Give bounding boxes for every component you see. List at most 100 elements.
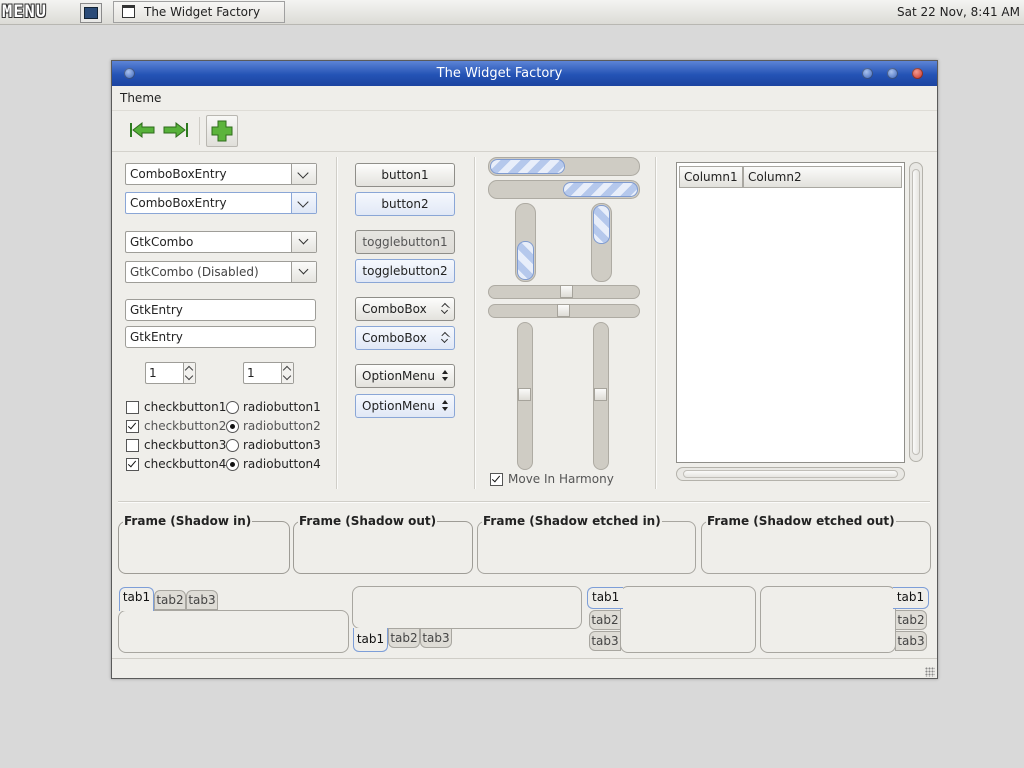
optionmenu-1[interactable]: OptionMenu [355, 364, 455, 388]
gtkentry-1[interactable]: GtkEntry [125, 299, 316, 321]
combobox-1[interactable]: ComboBox [355, 297, 455, 321]
column2-header[interactable]: Column2 [743, 166, 902, 188]
radiobutton2-label[interactable]: radiobutton2 [243, 419, 321, 433]
notebook-top-tab2[interactable]: tab2 [154, 590, 186, 610]
frame-shadow-out: Frame (Shadow out) [293, 514, 473, 574]
status-bar [112, 658, 937, 679]
radiobutton2-circle[interactable] [226, 420, 239, 433]
add-icon[interactable] [206, 115, 238, 147]
go-first-icon[interactable] [127, 115, 157, 145]
notebook-left-tab3[interactable]: tab3 [589, 631, 621, 651]
progressbar-2-fill [563, 182, 638, 197]
show-desktop-icon[interactable] [80, 3, 102, 23]
radiobutton3-circle[interactable] [226, 439, 239, 452]
optionmenu-2-label: OptionMenu [362, 399, 435, 413]
checkbutton1-box[interactable] [126, 401, 139, 414]
optionmenu-2[interactable]: OptionMenu [355, 394, 455, 418]
notebook-right-tab2[interactable]: tab2 [895, 610, 927, 630]
optionmenu-1-label: OptionMenu [362, 369, 435, 383]
chevron-down-icon [298, 264, 309, 275]
notebook-bottom-tab3[interactable]: tab3 [420, 628, 452, 648]
spinbutton-1-arrows[interactable] [183, 363, 195, 383]
title-bar[interactable]: The Widget Factory [112, 61, 937, 86]
notebook-right-tab3[interactable]: tab3 [895, 631, 927, 651]
column1-header[interactable]: Column1 [679, 166, 743, 188]
column-separator [336, 157, 338, 489]
comboboxentry-1-text[interactable]: ComboBoxEntry [130, 167, 227, 181]
menu-theme[interactable]: Theme [120, 91, 161, 105]
resize-grip-icon[interactable] [925, 667, 935, 677]
window-icon [122, 5, 135, 18]
gtkcombo-disabled-text: GtkCombo (Disabled) [130, 265, 259, 279]
radiobutton1-circle[interactable] [226, 401, 239, 414]
gtkcombo[interactable]: GtkCombo [125, 231, 317, 253]
spin-down-icon[interactable] [282, 371, 292, 381]
clock[interactable]: Sat 22 Nov, 8:41 AM [897, 5, 1020, 19]
close-button[interactable] [912, 68, 923, 79]
radiobutton1-label[interactable]: radiobutton1 [243, 400, 321, 414]
togglebutton1[interactable]: togglebutton1 [355, 230, 455, 254]
spinbutton-1[interactable]: 1 [145, 362, 196, 384]
maximize-button[interactable] [887, 68, 898, 79]
togglebutton2[interactable]: togglebutton2 [355, 259, 455, 283]
notebook-right-tab1[interactable]: tab1 [893, 587, 929, 609]
column-separator [655, 157, 657, 489]
spin-down-icon[interactable] [184, 371, 194, 381]
horizontal-separator [118, 501, 930, 503]
comboboxentry-2-dropdown-button[interactable] [291, 193, 316, 213]
comboboxentry-2[interactable]: ComboBoxEntry [125, 192, 317, 214]
checkbutton2-label[interactable]: checkbutton2 [144, 419, 226, 433]
vertical-scrollbar[interactable] [909, 162, 923, 462]
radiobutton4-label[interactable]: radiobutton4 [243, 457, 321, 471]
checkbutton4-label[interactable]: checkbutton4 [144, 457, 226, 471]
vertical-scrollbar-thumb[interactable] [912, 169, 920, 455]
checkbutton1-label[interactable]: checkbutton1 [144, 400, 226, 414]
go-last-icon[interactable] [161, 115, 191, 145]
hscale-2-thumb[interactable] [557, 304, 570, 317]
notebook-bottom-tab1[interactable]: tab1 [353, 628, 388, 652]
radiobutton3-label[interactable]: radiobutton3 [243, 438, 321, 452]
notebook-left-tab1[interactable]: tab1 [587, 587, 623, 609]
button1[interactable]: button1 [355, 163, 455, 187]
up-down-arrows-icon [441, 332, 448, 344]
checkbutton3-box[interactable] [126, 439, 139, 452]
combobox-1-label: ComboBox [362, 302, 427, 316]
combobox-2[interactable]: ComboBox [355, 326, 455, 350]
horizontal-scrollbar[interactable] [676, 467, 905, 481]
notebook-left-tab2[interactable]: tab2 [589, 610, 621, 630]
comboboxentry-1[interactable]: ComboBoxEntry [125, 163, 317, 185]
progressbar-vertical-1-fill [517, 241, 534, 280]
radiobutton4-circle[interactable] [226, 458, 239, 471]
gtkcombo-text[interactable]: GtkCombo [130, 235, 193, 249]
move-in-harmony-label[interactable]: Move In Harmony [508, 472, 614, 486]
start-menu-button[interactable]: MENU [2, 2, 76, 22]
window-title: The Widget Factory [436, 66, 563, 81]
widget-factory-window: The Widget Factory Theme ComboBoxEntry C… [111, 60, 938, 679]
notebook-top-tab3[interactable]: tab3 [186, 590, 218, 610]
comboboxentry-1-dropdown-button[interactable] [291, 164, 316, 184]
move-in-harmony-checkbox[interactable] [490, 473, 503, 486]
checkbutton4-box[interactable] [126, 458, 139, 471]
hscale-1-thumb[interactable] [560, 285, 573, 298]
horizontal-scrollbar-thumb[interactable] [683, 470, 898, 478]
vscale-2-thumb[interactable] [594, 388, 607, 401]
minimize-button[interactable] [862, 68, 873, 79]
treeview[interactable]: Column1 Column2 [676, 162, 905, 463]
chevron-down-icon [297, 167, 309, 179]
notebook-tabs-left [620, 586, 756, 653]
menu-bar: Theme [112, 86, 937, 110]
taskbar-window-button[interactable]: The Widget Factory [113, 1, 285, 23]
vscale-1-thumb[interactable] [518, 388, 531, 401]
checkbutton2-box[interactable] [126, 420, 139, 433]
comboboxentry-2-text[interactable]: ComboBoxEntry [130, 196, 227, 210]
notebook-top-tab1[interactable]: tab1 [119, 587, 154, 611]
spinbutton-2[interactable]: 1 [243, 362, 294, 384]
checkbutton3-label[interactable]: checkbutton3 [144, 438, 226, 452]
gtkentry-2[interactable]: GtkEntry [125, 326, 316, 348]
button2[interactable]: button2 [355, 192, 455, 216]
toolbar-separator [199, 117, 200, 145]
notebook-bottom-tab2[interactable]: tab2 [388, 628, 420, 648]
spinbutton-2-arrows[interactable] [281, 363, 293, 383]
gtkcombo-disabled: GtkCombo (Disabled) [125, 261, 317, 283]
gtkcombo-dropdown-button[interactable] [291, 232, 316, 252]
